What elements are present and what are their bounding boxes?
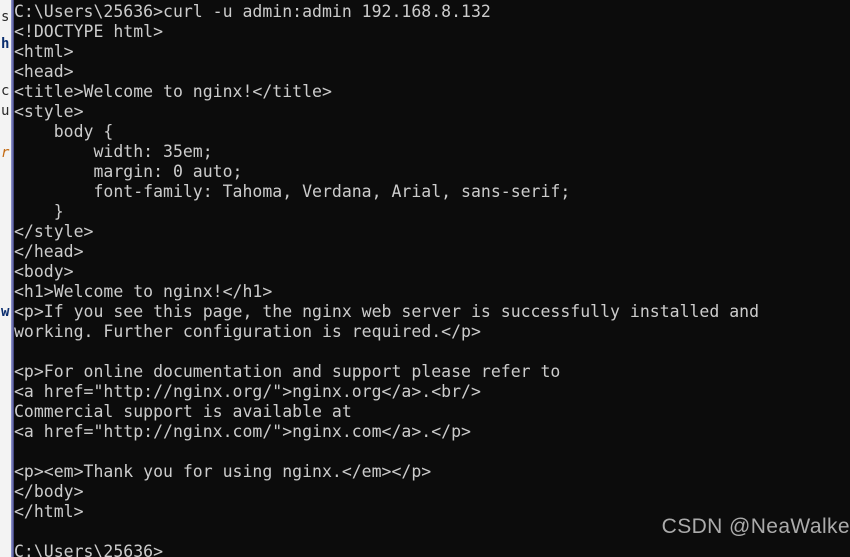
console-line: body { <box>14 122 114 141</box>
background-editor-fragment: w <box>1 304 10 320</box>
console-line: C:\Users\25636> <box>14 542 164 557</box>
console-line: margin: 0 auto; <box>14 162 243 181</box>
background-editor-fragment: c <box>1 83 10 99</box>
console-line: <a href="http://nginx.org/">nginx.org</a… <box>14 382 481 401</box>
background-editor-fragment: r <box>1 145 10 161</box>
console-line: <a href="http://nginx.com/">nginx.com</a… <box>14 422 471 441</box>
csdn-watermark: CSDN @NeaWalke <box>661 515 850 538</box>
console-line: } <box>14 202 64 221</box>
console-line: </head> <box>14 242 84 261</box>
console-line: Commercial support is available at <box>14 402 352 421</box>
background-editor-fragment: h <box>1 36 10 52</box>
console-line: <body> <box>14 262 74 281</box>
console-line: <p>If you see this page, the nginx web s… <box>14 302 760 321</box>
console-line: working. Further configuration is requir… <box>14 322 481 341</box>
console-line: </style> <box>14 222 94 241</box>
console-line: <html> <box>14 42 74 61</box>
console-line: <p>For online documentation and support … <box>14 362 561 381</box>
console-line: </body> <box>14 482 84 501</box>
console-line: <p><em>Thank you for using nginx.</em></… <box>14 462 432 481</box>
command-prompt-window[interactable]: C:\Users\25636>curl -u admin:admin 192.1… <box>14 0 850 557</box>
console-output: C:\Users\25636>curl -u admin:admin 192.1… <box>14 2 850 557</box>
console-line: <head> <box>14 62 74 81</box>
console-line: <!DOCTYPE html> <box>14 22 164 41</box>
console-line: <h1>Welcome to nginx!</h1> <box>14 282 273 301</box>
console-line: width: 35em; <box>14 142 213 161</box>
background-editor-fragment: u <box>1 103 10 119</box>
console-line: C:\Users\25636>curl -u admin:admin 192.1… <box>14 2 491 21</box>
console-line: <title>Welcome to nginx!</title> <box>14 82 332 101</box>
screen-root: sh cu r w C:\Users\25636>curl -u admin:admi… <box>0 0 850 557</box>
background-editor-fragment: s <box>1 9 10 25</box>
background-editor-sliver[interactable]: sh cu r w <box>0 0 11 557</box>
console-line: font-family: Tahoma, Verdana, Arial, san… <box>14 182 571 201</box>
console-line: <style> <box>14 102 84 121</box>
